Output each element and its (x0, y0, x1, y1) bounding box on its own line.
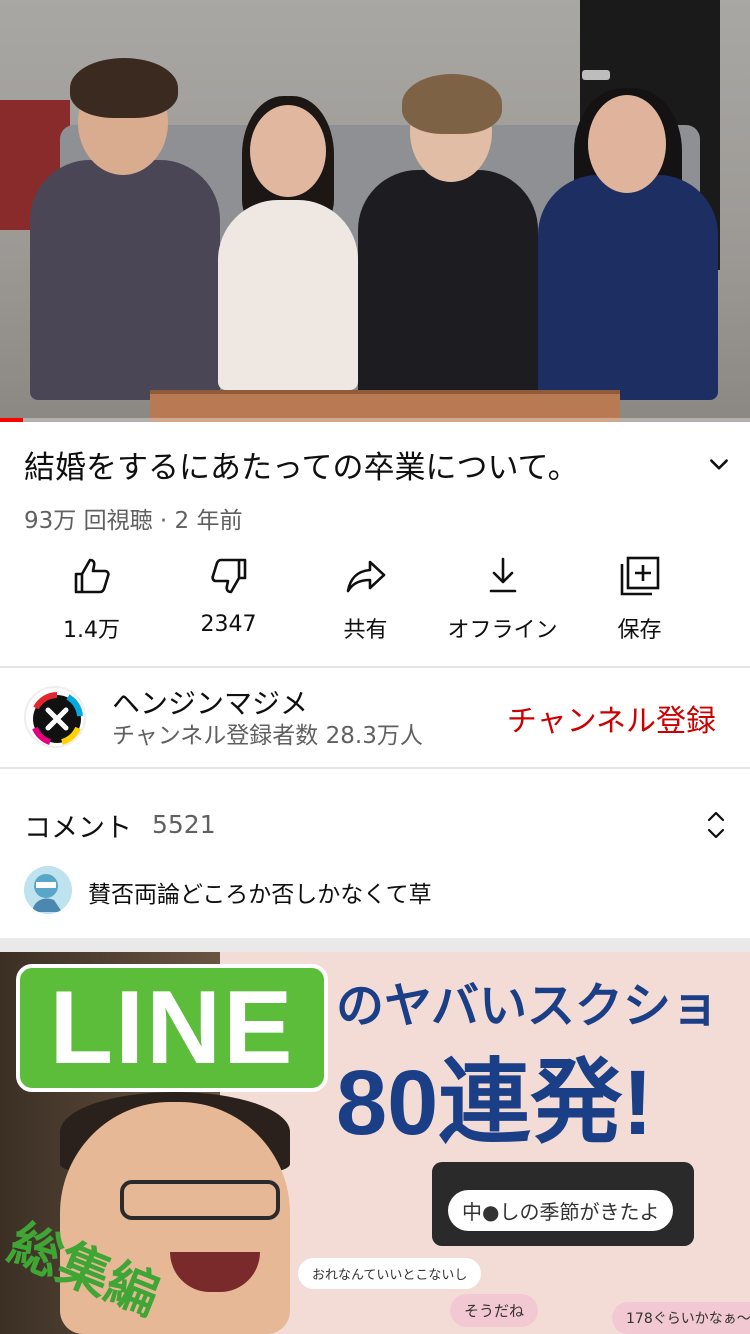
like-button[interactable]: 1.4万 (23, 554, 160, 644)
chat-bubble: おれなんていいとこないし (298, 1258, 482, 1289)
line-badge: LINE (16, 964, 328, 1092)
chat-bubble: 178ぐらいかなぁ〜 (612, 1302, 750, 1334)
download-label: オフライン (447, 618, 558, 643)
commenter-avatar-icon (24, 866, 72, 914)
video-meta: 93万 回視聴 · 2 年前 (24, 508, 243, 534)
thumbs-up-icon (74, 558, 110, 594)
divider (0, 767, 750, 769)
save-label: 保存 (617, 618, 662, 643)
download-icon (489, 557, 516, 593)
video-progress-bar[interactable] (0, 418, 750, 422)
video-person-3-hair (402, 74, 502, 134)
video-person-2 (218, 200, 358, 390)
channel-logo-icon (32, 692, 83, 745)
comments-heading[interactable]: コメント (24, 806, 132, 845)
video-person-4-head (588, 95, 666, 193)
video-player[interactable] (0, 0, 750, 422)
video-person-3 (358, 170, 538, 400)
video-person-4 (538, 175, 718, 400)
next-video-thumbnail[interactable]: LINE のヤバいスクショ 80連発! 中●しの季節がきたよ おれなんていいとこ… (0, 952, 750, 1334)
expand-collapse-icon[interactable] (704, 808, 728, 842)
divider (0, 666, 750, 668)
video-title[interactable]: 結婚をするにあたっての卒業について。 (24, 446, 704, 490)
dislike-count: 2347 (200, 612, 257, 637)
commenter-avatar (24, 866, 72, 914)
thumbnail-subtitle: のヤバいスクショ (336, 978, 720, 1034)
add-to-playlist-icon (620, 556, 659, 596)
chevron-down-icon[interactable] (706, 452, 732, 478)
thumbnail-person-glasses (120, 1180, 280, 1220)
thumbnail-headline: 80連発! (336, 1052, 653, 1154)
chat-bubble: そうだね (450, 1294, 539, 1327)
top-comment[interactable]: 賛否両論どころか否しかなくて草 (88, 875, 432, 909)
chat-bubble: 中●しの季節がきたよ (448, 1190, 674, 1231)
subscribe-button[interactable]: チャンネル登録 (507, 696, 716, 740)
action-bar: 1.4万 2347 共有 オフライン 保存 (0, 554, 750, 654)
share-icon (346, 560, 385, 593)
dislike-button[interactable]: 2347 (160, 554, 297, 637)
comments-count: 5521 (152, 810, 216, 839)
video-progress-fill (0, 418, 23, 422)
like-count: 1.4万 (63, 618, 120, 643)
video-person-1 (30, 160, 220, 400)
thumbs-down-icon (210, 558, 246, 594)
video-person-2-head (250, 105, 326, 197)
video-person-1-hair (70, 58, 178, 118)
channel-avatar[interactable] (24, 686, 86, 748)
section-separator (0, 938, 750, 952)
channel-subscriber-count: チャンネル登録者数 28.3万人 (112, 723, 423, 749)
share-label: 共有 (343, 618, 388, 643)
save-button[interactable]: 保存 (571, 554, 708, 644)
video-scene-door-handle (582, 70, 610, 80)
download-button[interactable]: オフライン (434, 554, 571, 644)
line-badge-text: LINE (49, 969, 295, 1086)
share-button[interactable]: 共有 (297, 554, 434, 644)
